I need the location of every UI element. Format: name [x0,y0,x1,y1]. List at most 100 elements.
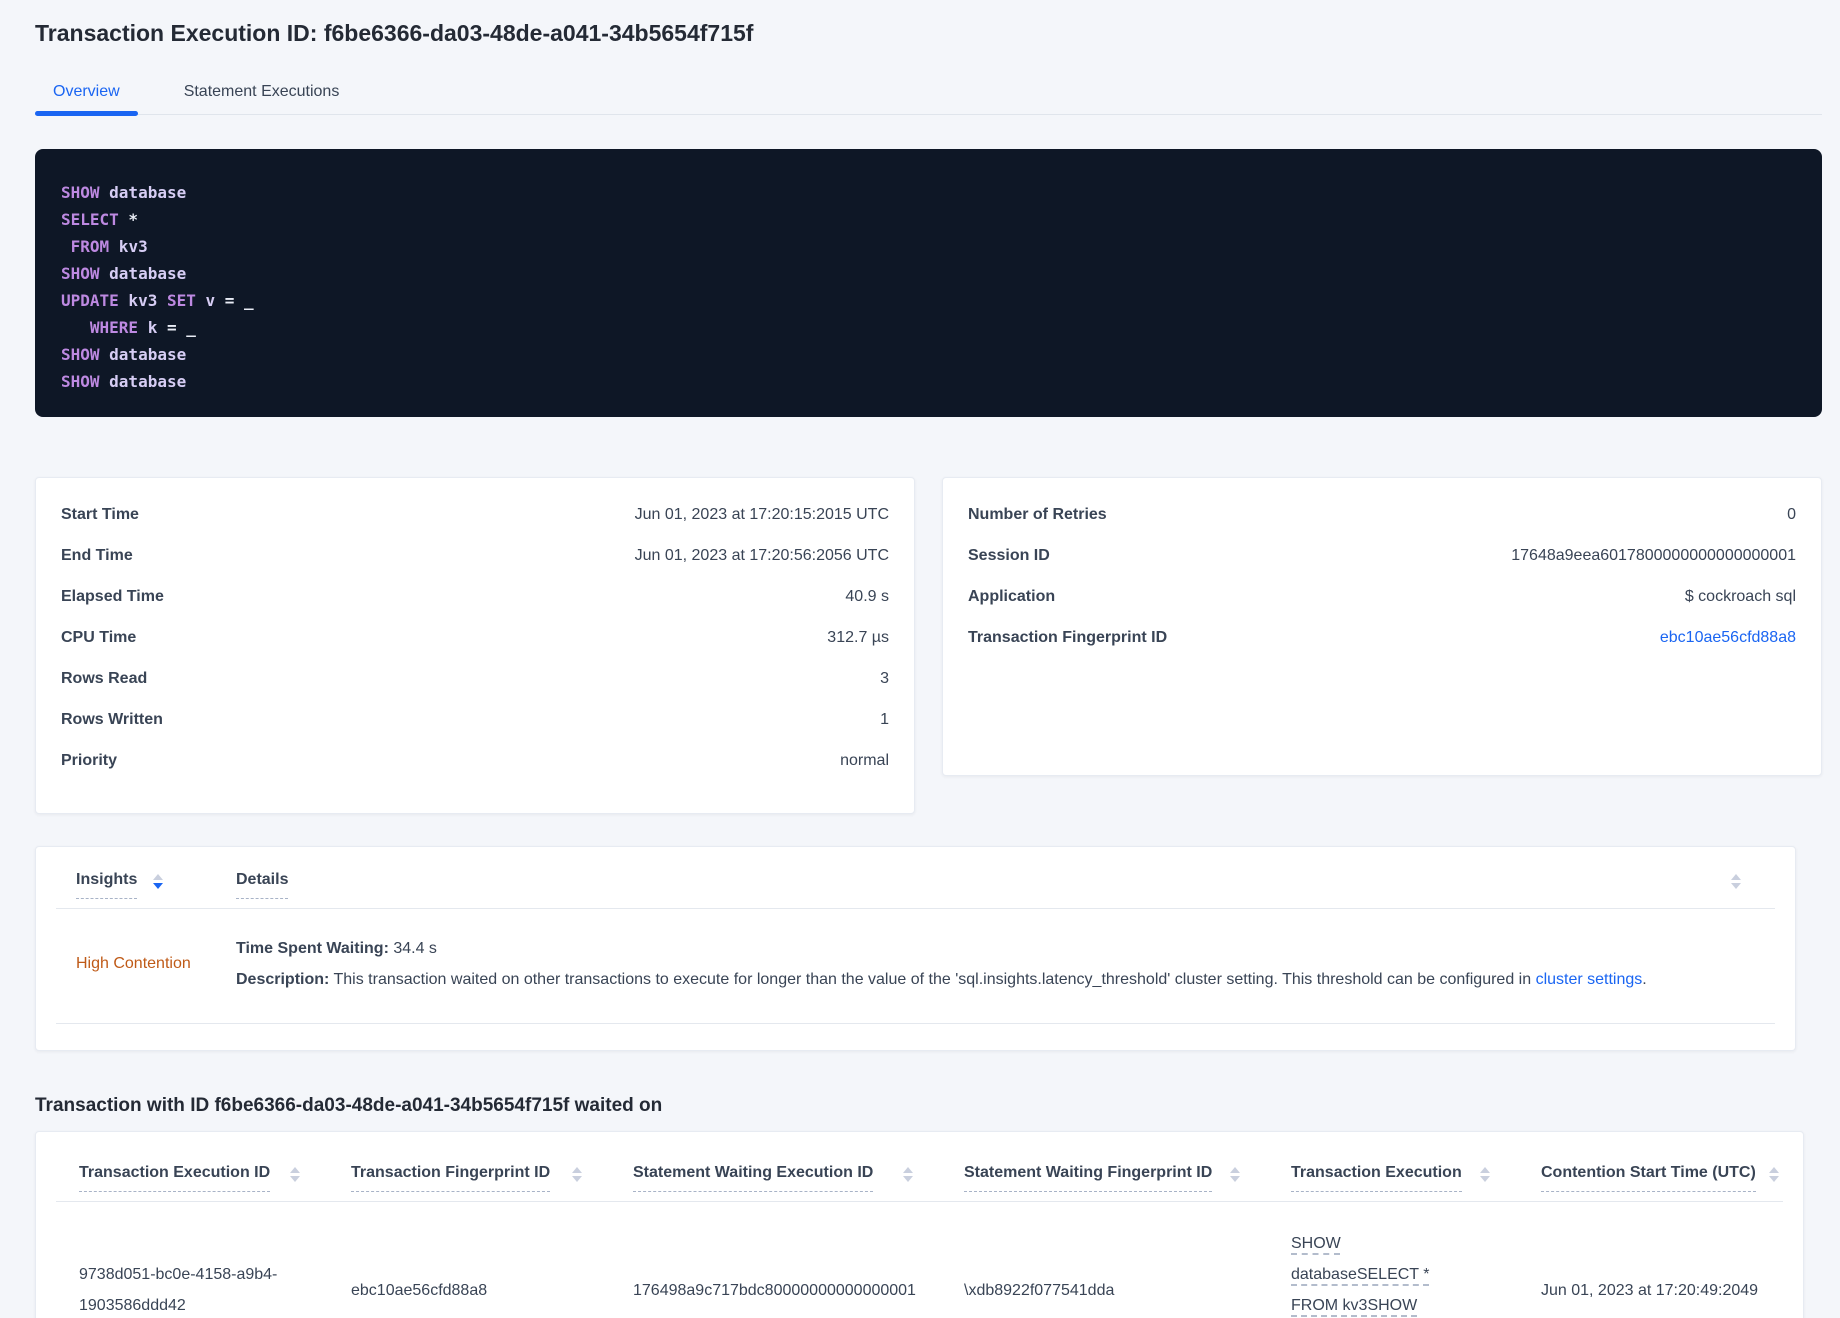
column-header-label[interactable]: Statement Waiting Fingerprint ID [964,1164,1213,1192]
insight-details: Time Spent Waiting: 34.4 s Description: … [216,933,1775,995]
sort-toggle-icon[interactable] [1731,874,1741,889]
sort-toggle-icon[interactable] [903,1167,913,1182]
summary-row-priority: Priority normal [61,752,889,793]
row-label: Session ID [968,547,1050,564]
row-value: 312.7 µs [827,629,889,646]
sort-down-arrow-icon [903,1176,913,1182]
row-label: Number of Retries [968,506,1107,523]
sort-toggle-icon[interactable] [572,1167,582,1182]
cell-transaction-execution-id: 9738d051-bc0e-4158-a9b4-1903586ddd42 [56,1259,328,1318]
description-line: Description: This transaction waited on … [236,964,1775,995]
column-header-label[interactable]: Contention Start Time (UTC) [1541,1164,1756,1192]
summary-cards-row: Start Time Jun 01, 2023 at 17:20:15:2015… [35,477,1822,814]
sql-operator: = _ [215,291,254,310]
sort-toggle-icon[interactable] [290,1167,300,1182]
sort-up-arrow-icon [1769,1167,1779,1173]
row-label: End Time [61,547,133,564]
cell-transaction-fingerprint-id: ebc10ae56cfd88a8 [328,1275,610,1306]
sql-line: SELECT * [61,206,1794,233]
sql-identifier: database [99,345,187,364]
high-contention-badge: High Contention [76,955,191,972]
summary-row-application: Application $ cockroach sql [968,588,1796,629]
waiting-value: 34.4 s [393,940,437,957]
details-header-label: Details [236,871,289,899]
tab-statement-executions[interactable]: Statement Executions [166,73,358,114]
timing-summary-card: Start Time Jun 01, 2023 at 17:20:15:2015… [35,477,915,814]
column-header-transaction-fingerprint-id: Transaction Fingerprint ID [328,1164,610,1192]
sql-operator: * [118,210,139,229]
sort-up-arrow-icon [153,874,164,880]
sort-toggle-icon[interactable] [1230,1167,1240,1182]
summary-row-end-time: End Time Jun 01, 2023 at 17:20:56:2056 U… [61,547,889,588]
row-label: Start Time [61,506,139,523]
row-value: 0 [1787,506,1796,523]
row-value: Jun 01, 2023 at 17:20:15:2015 UTC [634,506,889,523]
sql-identifier: k [138,318,158,337]
cell-value: \xdb8922f077541dda [964,1281,1115,1299]
sql-identifier: database [99,264,187,283]
sort-toggle-icon[interactable] [1480,1167,1490,1182]
sort-down-arrow-icon [1731,883,1741,889]
description-label: Description: [236,971,330,988]
tab-overview[interactable]: Overview [35,73,138,116]
sort-up-arrow-icon [1731,874,1741,880]
sql-identifier: database [99,372,187,391]
summary-row-transaction-fingerprint-id: Transaction Fingerprint ID ebc10ae56cfd8… [968,629,1796,670]
cell-contention-start-time: Jun 01, 2023 at 17:20:49:2049 [1518,1275,1783,1306]
sort-down-arrow-icon [1769,1176,1779,1182]
column-header-label[interactable]: Transaction Execution [1291,1164,1462,1192]
row-label: Application [968,588,1056,605]
sql-keyword: SHOW [61,372,100,391]
transaction-execution-statement-link[interactable]: SHOW databaseSELECT * FROM kv3SHOW datab… [1291,1228,1463,1318]
column-header-statement-waiting-execution-id: Statement Waiting Execution ID [610,1164,941,1192]
sql-line: SHOW database [61,368,1794,395]
row-label: Rows Read [61,670,148,687]
sql-keyword: SHOW [61,345,100,364]
row-value: 3 [880,670,889,687]
row-value: normal [840,752,889,769]
transaction-details-page: Transaction Execution ID: f6be6366-da03-… [0,0,1840,1318]
cluster-settings-link[interactable]: cluster settings [1536,971,1643,988]
waited-on-section-heading: Transaction with ID f6be6366-da03-48de-a… [35,1095,663,1116]
column-header-transaction-execution: Transaction Execution [1268,1164,1518,1192]
summary-row-elapsed-time: Elapsed Time 40.9 s [61,588,889,629]
cell-value: Jun 01, 2023 at 17:20:49:2049 [1541,1281,1759,1299]
summary-row-cpu-time: CPU Time 312.7 µs [61,629,889,670]
column-header-label[interactable]: Statement Waiting Execution ID [633,1164,874,1192]
row-value: 17648a9eea6017800000000000000001 [1511,547,1796,564]
sort-toggle-icon[interactable] [1769,1167,1779,1182]
column-header-label[interactable]: Transaction Execution ID [79,1164,271,1192]
sort-down-arrow-icon [572,1176,582,1182]
row-label: Rows Written [61,711,163,728]
description-suffix: . [1642,971,1647,988]
summary-row-rows-read: Rows Read 3 [61,670,889,711]
description-text: This transaction waited on other transac… [333,971,1536,988]
sql-line: SHOW database [61,179,1794,206]
summary-row-start-time: Start Time Jun 01, 2023 at 17:20:15:2015… [61,506,889,547]
waited-on-table-row: 9738d051-bc0e-4158-a9b4-1903586ddd42 ebc… [56,1202,1783,1318]
sort-toggle-icon[interactable] [153,874,164,889]
waiting-label: Time Spent Waiting: [236,940,389,957]
transaction-fingerprint-link[interactable]: ebc10ae56cfd88a8 [1660,629,1796,647]
sql-keyword: SHOW [61,183,100,202]
sql-keyword: UPDATE [61,291,119,310]
row-label: CPU Time [61,629,137,646]
column-header-label[interactable]: Transaction Fingerprint ID [351,1164,551,1192]
insights-table-header: Insights Details [56,853,1775,909]
sql-identifier: kv3 [118,291,158,310]
row-value: 40.9 s [845,588,889,605]
insights-header-label[interactable]: Insights [76,871,138,899]
sort-up-arrow-icon [290,1167,300,1173]
sql-line: UPDATE kv3 SET v = _ [61,287,1794,314]
tab-bar: Overview Statement Executions [35,73,1822,116]
sort-down-arrow-icon [290,1176,300,1182]
row-label: Transaction Fingerprint ID [968,629,1168,646]
summary-row-retries: Number of Retries 0 [968,506,1796,547]
cell-value: ebc10ae56cfd88a8 [351,1281,488,1299]
row-value: $ cockroach sql [1684,588,1796,605]
summary-row-session-id: Session ID 17648a9eea6017800000000000000… [968,547,1796,588]
sql-operator: = _ [157,318,196,337]
waited-on-table-header: Transaction Execution ID Transaction Fin… [56,1142,1783,1202]
waited-on-table-card: Transaction Execution ID Transaction Fin… [35,1131,1804,1318]
session-summary-card: Number of Retries 0 Session ID 17648a9ee… [942,477,1822,776]
